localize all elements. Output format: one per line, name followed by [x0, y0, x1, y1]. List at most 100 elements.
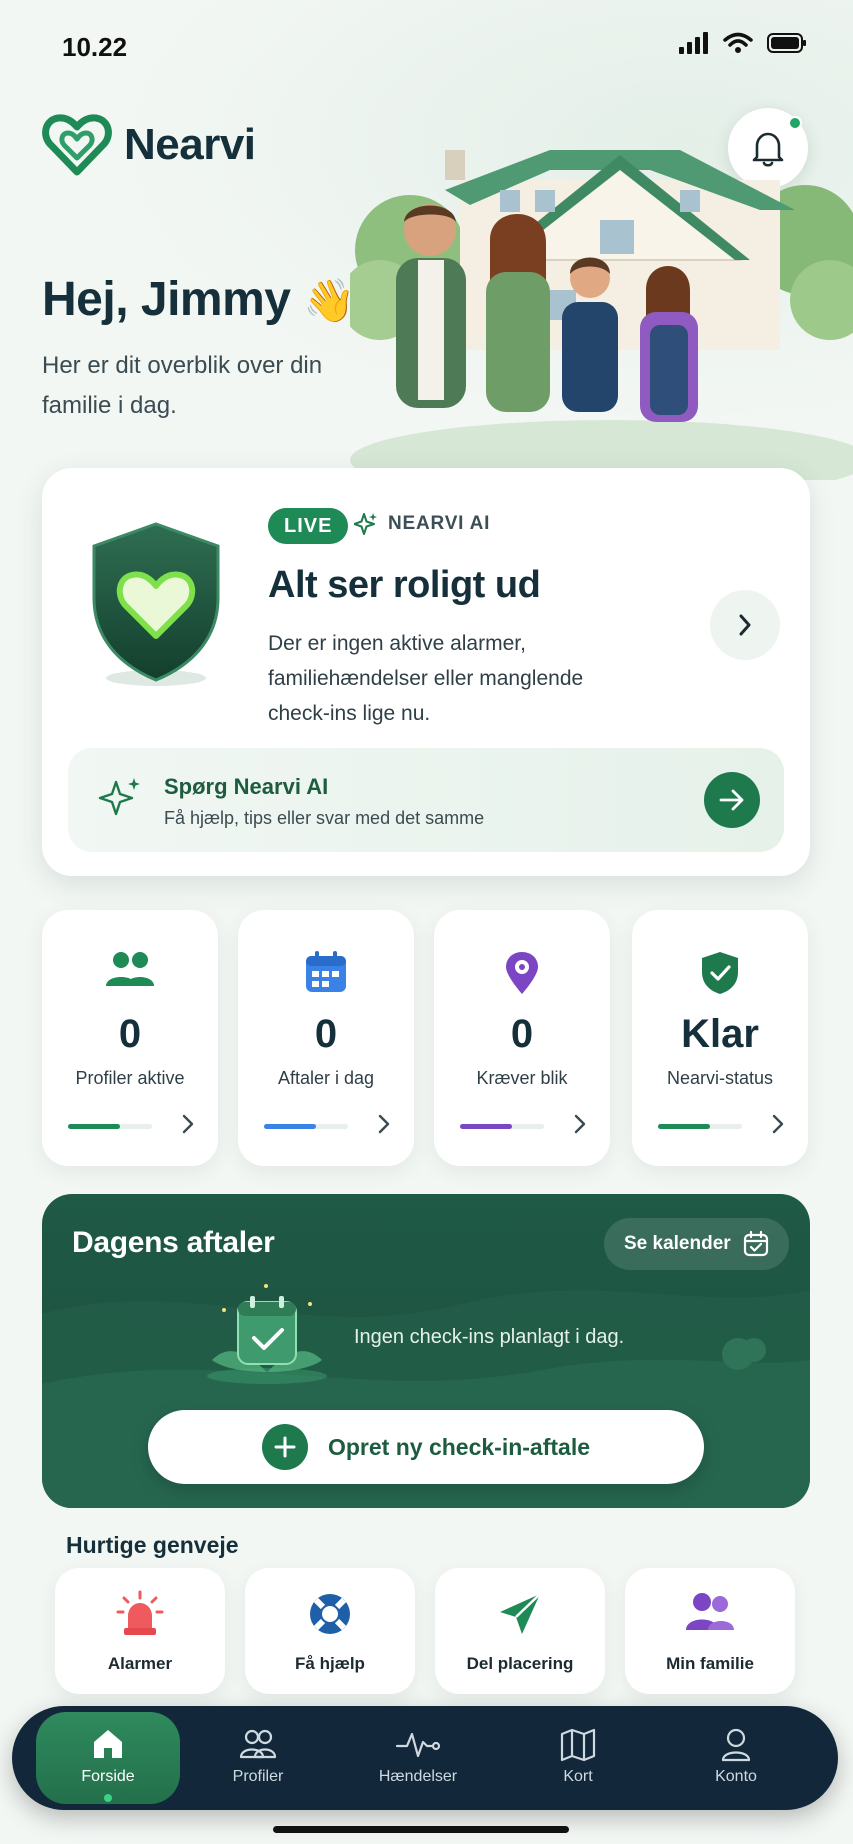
- see-calendar-label: Se kalender: [624, 1233, 731, 1254]
- chevron-right-icon: [739, 614, 751, 636]
- nav-label: Kort: [563, 1768, 593, 1785]
- app-logo: Nearvi: [42, 112, 256, 178]
- profiles-icon: [239, 1729, 277, 1759]
- live-badge: LIVE: [268, 508, 349, 544]
- shortcut-alarms[interactable]: Alarmer: [55, 1568, 225, 1694]
- create-checkin-button[interactable]: Opret ny check-in-aftale: [148, 1410, 704, 1484]
- stat-label: Nearvi-status: [666, 1068, 774, 1088]
- stat-label: Profiler aktive: [75, 1068, 185, 1088]
- stat-progress-fill: [264, 1124, 317, 1129]
- calendar-check-icon: [743, 1231, 768, 1257]
- siren-icon: [116, 1590, 164, 1635]
- ask-ai-button[interactable]: [704, 772, 760, 828]
- location-pin-icon: [506, 952, 538, 994]
- app-name: Nearvi: [124, 120, 256, 169]
- activity-icon: [395, 1732, 441, 1758]
- status-title: Alt ser roligt ud: [268, 564, 541, 606]
- nav-item-events[interactable]: Hændelser: [346, 1706, 496, 1810]
- create-checkin-label: Opret ny check-in-aftale: [327, 1433, 591, 1460]
- stat-progress-fill: [68, 1124, 121, 1129]
- see-calendar-button[interactable]: Se kalender: [604, 1218, 789, 1270]
- nav-item-home[interactable]: Forside: [36, 1706, 186, 1810]
- notification-dot: [788, 116, 802, 130]
- account-icon: [721, 1728, 751, 1762]
- nav-label: Hændelser: [378, 1768, 458, 1785]
- stat-progress-track: [264, 1124, 348, 1129]
- todays-appointments-card: Dagens aftaler Se kalender Ingen check-i…: [42, 1194, 810, 1508]
- home-icon: [94, 1730, 122, 1758]
- status-card[interactable]: LIVE NEARVI AI Alt ser roligt ud Der er …: [42, 468, 810, 876]
- chevron-right-icon: [772, 1114, 784, 1134]
- battery-icon: [767, 33, 806, 53]
- stat-progress-track: [658, 1124, 742, 1129]
- stat-value: 0: [510, 1012, 534, 1056]
- stat-card-appointments[interactable]: 0 Aftaler i dag: [238, 910, 414, 1166]
- bottom-navigation: Forside Profiler Hændelser Kort Konto: [12, 1706, 838, 1810]
- chevron-right-icon: [574, 1114, 586, 1134]
- shortcut-my-family[interactable]: Min familie: [625, 1568, 795, 1694]
- nav-item-map[interactable]: Kort: [506, 1706, 656, 1810]
- nav-label: Konto: [715, 1768, 757, 1785]
- heart-logo-icon: [42, 114, 112, 176]
- shortcut-label: Del placering: [466, 1654, 574, 1673]
- calendar-check-illustration: [207, 1284, 327, 1384]
- shortcut-label: Få hjælp: [295, 1654, 365, 1673]
- nav-label: Forside: [81, 1768, 135, 1785]
- stat-progress-track: [68, 1124, 152, 1129]
- family-house-illustration: [350, 150, 853, 480]
- stat-value: 0: [314, 1012, 338, 1056]
- stat-progress-fill: [460, 1124, 513, 1129]
- ask-ai-title: Spørg Nearvi AI: [164, 774, 329, 799]
- status-description: Der er ingen aktive alarmer, familiehænd…: [268, 632, 584, 725]
- arrow-right-icon: [719, 789, 744, 811]
- nav-item-profiles[interactable]: Profiler: [186, 1706, 336, 1810]
- appointments-empty-text: Ingen check-ins planlagt i dag.: [354, 1326, 625, 1348]
- status-bar: 10.22: [0, 0, 853, 95]
- stat-label: Aftaler i dag: [277, 1068, 375, 1088]
- stat-card-attention[interactable]: 0 Kræver blik: [434, 910, 610, 1166]
- stat-progress-track: [460, 1124, 544, 1129]
- shortcut-label: Min familie: [666, 1654, 754, 1673]
- nav-label: Profiler: [232, 1768, 284, 1785]
- appointments-title: Dagens aftaler: [72, 1226, 275, 1259]
- people-icon: [106, 952, 154, 986]
- nav-item-account[interactable]: Konto: [664, 1706, 814, 1810]
- sparkle-icon: [98, 778, 140, 816]
- home-indicator: [273, 1826, 569, 1833]
- shortcut-get-help[interactable]: Få hjælp: [245, 1568, 415, 1694]
- ai-tag-label: NEARVI AI: [388, 513, 491, 534]
- shortcut-label: Alarmer: [107, 1654, 173, 1673]
- wave-emoji: 👋: [303, 277, 356, 324]
- greeting-text: Hej, Jimmy: [42, 273, 291, 326]
- status-icons: [679, 32, 807, 54]
- status-details-button[interactable]: [710, 590, 780, 660]
- chevron-right-icon: [182, 1114, 194, 1134]
- chevron-right-icon: [378, 1114, 390, 1134]
- shield-heart-icon: [92, 522, 220, 686]
- shortcut-share-location[interactable]: Del placering: [435, 1568, 605, 1694]
- stat-label: Kræver blik: [476, 1068, 568, 1088]
- plus-icon: [261, 1424, 308, 1470]
- family-icon: [686, 1593, 734, 1630]
- sparkle-icon: [354, 513, 377, 535]
- stat-card-profiles[interactable]: 0 Profiler aktive: [42, 910, 218, 1166]
- stat-value: 0: [118, 1012, 142, 1056]
- ask-ai-subtitle: Få hjælp, tips eller svar med det samme: [164, 808, 485, 828]
- greeting-subtitle: Her er dit overblik over din familie i d…: [42, 352, 323, 419]
- stat-card-status[interactable]: Klar Nearvi-status: [632, 910, 808, 1166]
- send-icon: [500, 1593, 541, 1634]
- stat-progress-fill: [658, 1124, 711, 1129]
- lifebuoy-icon: [310, 1594, 350, 1634]
- shortcuts-title: Hurtige genveje: [66, 1532, 239, 1558]
- ai-tag: NEARVI AI: [354, 512, 490, 536]
- calendar-icon: [306, 951, 346, 992]
- shield-check-icon: [702, 952, 738, 994]
- nav-active-dot: [104, 1794, 112, 1802]
- status-time: 10.22: [62, 32, 128, 62]
- ask-ai-banner[interactable]: Spørg Nearvi AI Få hjælp, tips eller sva…: [68, 748, 784, 852]
- map-icon: [560, 1728, 596, 1762]
- greeting-title: Hej, Jimmy 👋: [42, 272, 356, 327]
- wifi-icon: [723, 32, 753, 53]
- signal-icon: [679, 32, 708, 54]
- stat-value: Klar: [681, 1012, 759, 1056]
